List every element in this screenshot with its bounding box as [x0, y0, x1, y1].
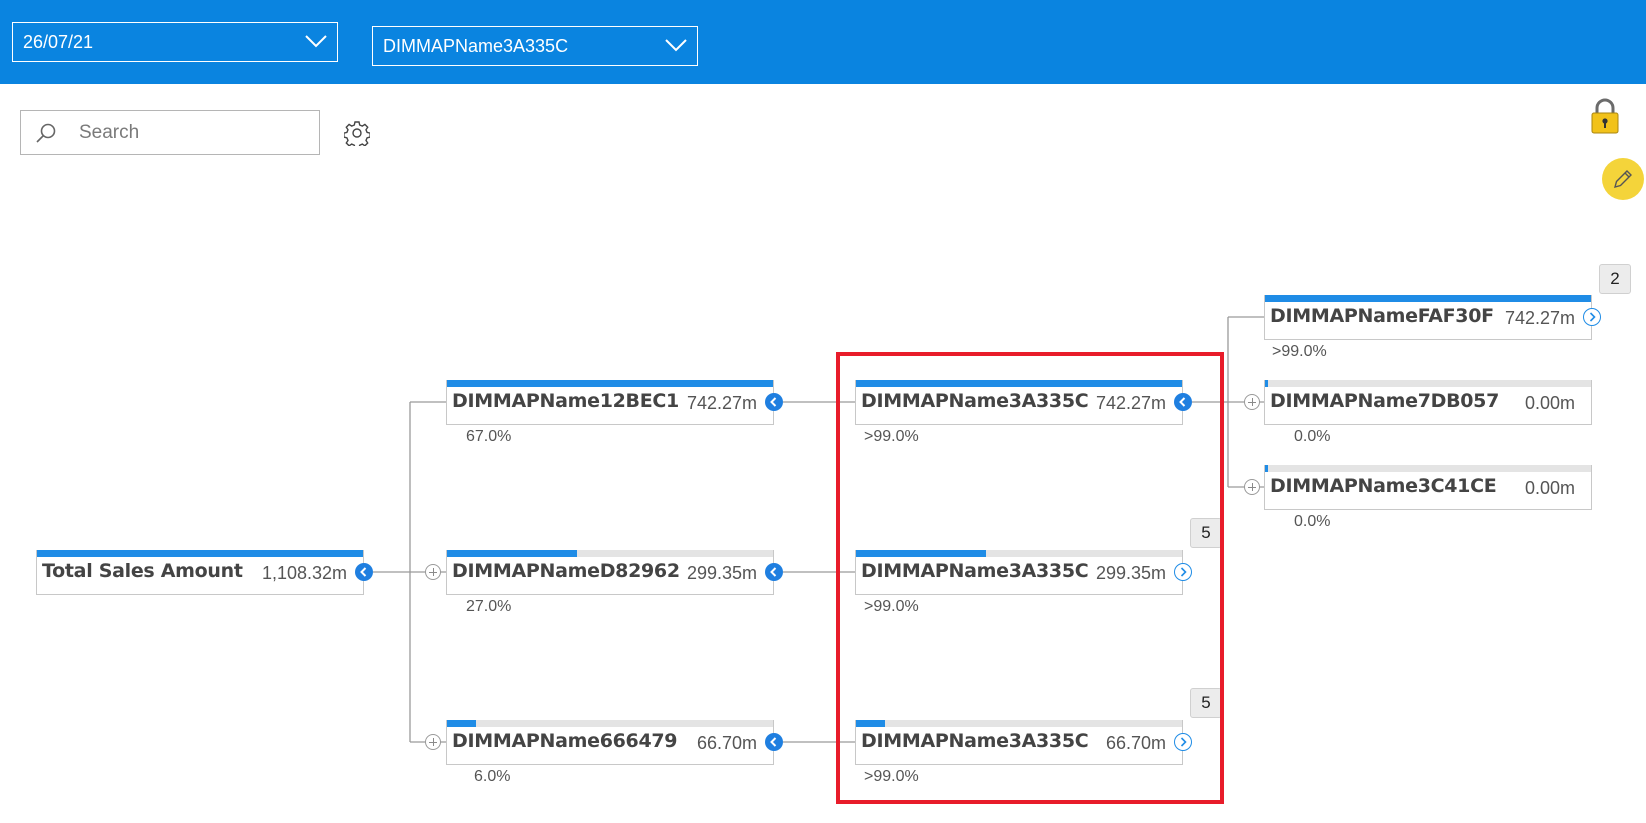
node-value: 66.70m: [696, 733, 757, 753]
node-label: Total Sales Amount: [42, 560, 243, 582]
tree-node[interactable]: DIMMAPNameFAF30F 742.27m: [1264, 295, 1592, 340]
expand-plus-icon[interactable]: [425, 564, 441, 580]
collapse-button[interactable]: [765, 733, 783, 751]
collapse-button[interactable]: [765, 393, 783, 411]
node-bar-track: [447, 550, 773, 557]
node-value: 0.00m: [1524, 393, 1575, 413]
node-label: DIMMAPName7DB057: [1270, 390, 1500, 412]
node-percent: 0.0%: [1294, 513, 1331, 530]
node-percent: 67.0%: [466, 428, 512, 445]
node-percent: 6.0%: [474, 768, 511, 785]
node-bar-track: [447, 380, 773, 387]
chevron-right-icon: [1589, 312, 1596, 322]
tree-node[interactable]: DIMMAPName7DB057 0.00m: [1264, 380, 1592, 425]
expand-plus-icon[interactable]: [425, 734, 441, 750]
selection-highlight: [836, 352, 1224, 804]
node-value: 742.27m: [686, 393, 757, 413]
collapse-button[interactable]: [765, 563, 783, 581]
chevron-left-icon: [770, 737, 777, 747]
node-bar-fill: [1265, 380, 1269, 387]
root-node[interactable]: Total Sales Amount 1,108.32m: [36, 550, 364, 595]
node-label: DIMMAPNameFAF30F: [1270, 305, 1494, 327]
node-percent: 0.0%: [1294, 428, 1331, 445]
chevron-left-icon: [770, 567, 777, 577]
node-label: DIMMAPNameD82962: [452, 560, 680, 582]
chevron-left-icon: [360, 567, 367, 577]
tree-node[interactable]: DIMMAPName3C41CE 0.00m: [1264, 465, 1592, 510]
node-bar-fill: [447, 380, 773, 387]
node-value: 299.35m: [686, 563, 757, 583]
collapse-button[interactable]: [355, 563, 373, 581]
node-bar-fill: [1265, 465, 1269, 472]
node-bar-fill: [1265, 295, 1591, 302]
node-bar-track: [1265, 295, 1591, 302]
node-bar-fill: [447, 720, 477, 727]
tree-node[interactable]: DIMMAPName666479 66.70m: [446, 720, 774, 765]
node-bar-fill: [37, 550, 363, 557]
expand-plus-icon[interactable]: [1244, 394, 1260, 410]
expand-plus-icon[interactable]: [1244, 479, 1260, 495]
node-value: 0.00m: [1524, 478, 1575, 498]
expand-button[interactable]: [1583, 308, 1601, 326]
node-bar-track: [1265, 380, 1591, 387]
node-bar-fill: [447, 550, 578, 557]
node-label: DIMMAPName666479: [452, 730, 678, 752]
chevron-left-icon: [770, 397, 777, 407]
node-bar-track: [1265, 465, 1591, 472]
node-percent: 27.0%: [466, 598, 512, 615]
node-label: DIMMAPName3C41CE: [1270, 475, 1497, 497]
tree-node[interactable]: DIMMAPName12BEC1 742.27m: [446, 380, 774, 425]
node-bar-track: [37, 550, 363, 557]
tree-node[interactable]: DIMMAPNameD82962 299.35m: [446, 550, 774, 595]
node-percent: >99.0%: [1272, 343, 1327, 360]
node-value: 1,108.32m: [261, 563, 347, 583]
node-bar-track: [447, 720, 773, 727]
count-badge: 2: [1599, 264, 1631, 294]
node-label: DIMMAPName12BEC1: [452, 390, 679, 412]
node-value: 742.27m: [1504, 308, 1575, 328]
